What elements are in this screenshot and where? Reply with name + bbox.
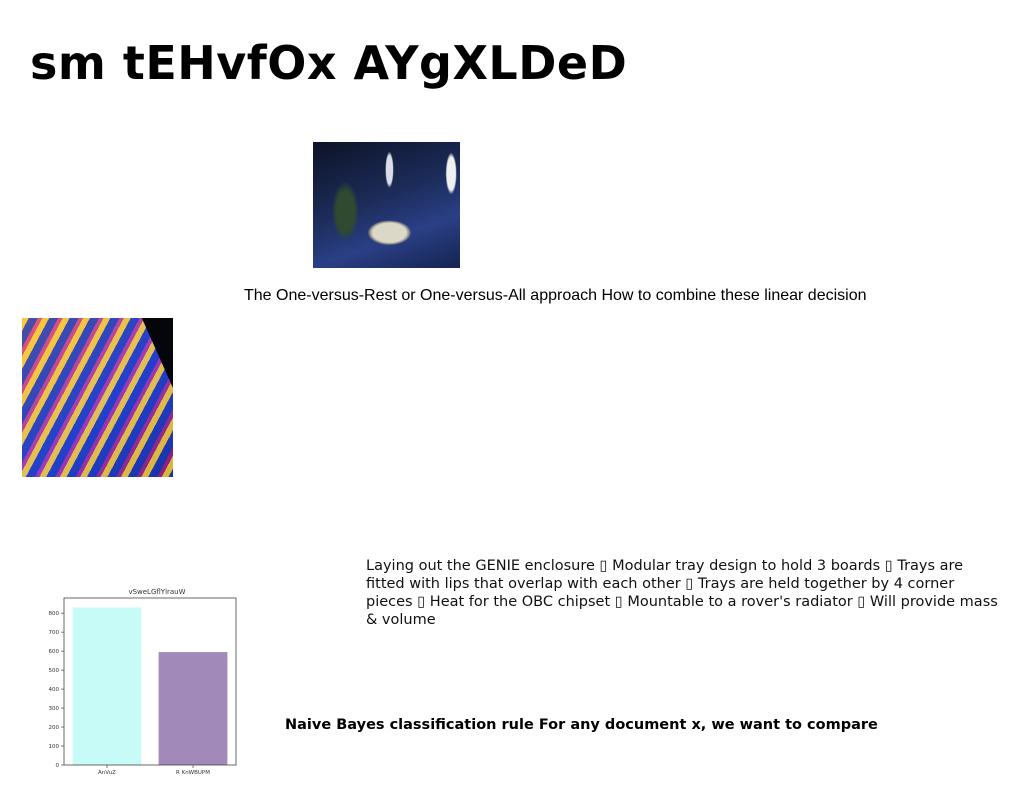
bar-chart-svg: vSweLGflYlrauW 0 100 200 300 400 500 600 700 800… [49,588,237,776]
page-title: sm tEHvfOx AYgXLDeD [30,36,628,90]
bar-0 [72,607,142,765]
x-tick-label: R KnWBUPM [176,770,210,776]
caption-text: The One-versus-Rest or One-versus-All ap… [244,287,867,304]
y-tick-label: 500 [49,668,60,674]
y-tick-label: 200 [49,725,60,731]
chart-title: vSweLGflYlrauW [128,588,185,596]
bar-1 [158,652,228,765]
x-tick-label: AnVuZ [98,770,116,776]
y-tick-label: 700 [49,630,60,636]
y-tick-label: 0 [56,763,60,769]
y-tick-label: 600 [49,649,60,655]
y-tick-label: 100 [49,744,60,750]
y-tick-label: 300 [49,706,60,712]
table-setting-photo [313,142,460,268]
naive-bayes-line: Naive Bayes classification rule For any … [285,717,878,733]
carnival-lights-photo [22,318,173,477]
bar-chart: vSweLGflYlrauW 0 100 200 300 400 500 600 700 800… [36,584,246,780]
enclosure-paragraph: Laying out the GENIE enclosure ▯ Modular… [366,558,998,628]
y-tick-label: 800 [49,611,60,617]
y-tick-label: 400 [49,687,60,693]
